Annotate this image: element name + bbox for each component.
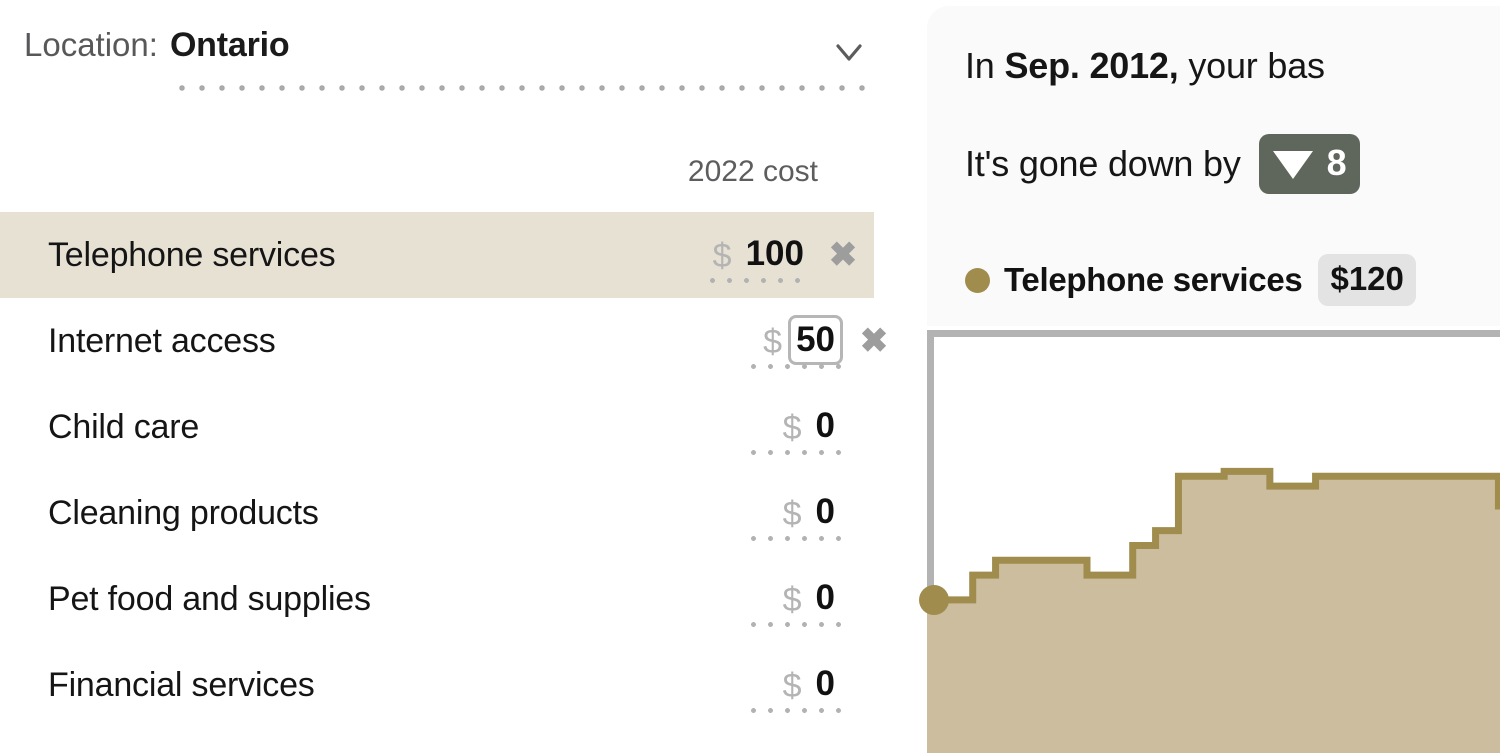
cost-value[interactable]: 50: [788, 315, 843, 365]
summary-date: Sep. 2012,: [1004, 45, 1179, 86]
cost-value[interactable]: 0: [808, 659, 843, 709]
cost-history-chart: [919, 330, 1500, 753]
summary-line-1: In Sep. 2012, your bas: [965, 40, 1500, 92]
table-row[interactable]: Cleaning products$0✖: [0, 470, 905, 556]
table-row[interactable]: Telephone services $100 ✖: [0, 212, 874, 298]
cost-value[interactable]: 100: [738, 229, 812, 279]
cost-input[interactable]: $0: [723, 470, 843, 556]
table-row[interactable]: Child care$0✖: [0, 384, 905, 470]
cost-input[interactable]: $50: [723, 298, 843, 384]
chevron-down-icon[interactable]: [834, 40, 864, 66]
summary-suffix: your bas: [1178, 45, 1325, 86]
cost-value[interactable]: 0: [808, 573, 843, 623]
cost-dotted-underline: [704, 277, 812, 284]
series-dot-icon: [965, 267, 990, 293]
start-point-marker: [919, 584, 949, 615]
currency-symbol: $: [782, 495, 802, 533]
status-badge: 8: [1258, 134, 1361, 194]
currency-symbol: $: [712, 237, 732, 275]
table-row[interactable]: Financial services$0✖: [0, 642, 905, 728]
legend-series-label: Telephone services: [1004, 261, 1303, 298]
location-selector[interactable]: Location: Ontario: [24, 22, 874, 92]
detail-panel: In Sep. 2012, your bas It's gone down by…: [919, 6, 1500, 753]
location-value[interactable]: Ontario: [170, 22, 290, 68]
currency-symbol: $: [782, 581, 802, 619]
expense-name: Cleaning products: [48, 494, 319, 532]
cost-value[interactable]: 0: [808, 487, 843, 537]
table-row[interactable]: Internet access $50 ✖: [0, 298, 905, 384]
cost-dotted-underline: [745, 535, 843, 542]
cost-input[interactable]: $100: [692, 212, 812, 298]
cost-value[interactable]: 0: [808, 401, 843, 451]
expense-calculator-screen: Location: Ontario 2022 cost Telephone se…: [0, 0, 1500, 753]
summary-change-prefix: It's gone down by: [965, 143, 1241, 184]
expense-name: Internet access: [48, 322, 276, 360]
location-field[interactable]: Ontario: [170, 22, 874, 92]
location-label: Location:: [24, 26, 158, 63]
remove-row-button[interactable]: ✖: [843, 321, 905, 361]
cost-column-header: 2022 cost: [687, 155, 818, 188]
delta-value: 8: [1326, 142, 1347, 183]
chart-area-series: [927, 467, 1500, 753]
currency-symbol: $: [763, 323, 783, 361]
cost-input[interactable]: $0: [723, 384, 843, 470]
summary-prefix: In: [965, 45, 1005, 86]
chart-legend: Telephone services $120: [965, 254, 1416, 306]
location-dotted-underline: [171, 84, 874, 92]
expense-name: Pet food and supplies: [48, 580, 371, 618]
summary-line-2: It's gone down by 8: [965, 134, 1500, 194]
expense-name: Telephone services: [48, 236, 336, 274]
cost-dotted-underline: [745, 363, 843, 370]
expense-rows: Telephone services $100 ✖ Internet access $5…: [0, 212, 905, 728]
cost-dotted-underline: [745, 707, 843, 714]
expense-name: Financial services: [48, 666, 315, 704]
cost-input[interactable]: $0: [723, 642, 843, 728]
triangle-down-icon: [1272, 151, 1313, 179]
expense-name: Child care: [48, 408, 200, 446]
cost-input[interactable]: $0: [723, 556, 843, 642]
summary-card: In Sep. 2012, your bas It's gone down by…: [927, 6, 1500, 326]
table-row[interactable]: Pet food and supplies$0✖: [0, 556, 905, 642]
cost-dotted-underline: [745, 621, 843, 628]
expense-list-panel: Location: Ontario 2022 cost Telephone se…: [0, 0, 905, 746]
cost-dotted-underline: [745, 449, 843, 456]
legend-series-value: $120: [1318, 254, 1416, 306]
remove-row-button[interactable]: ✖: [812, 235, 874, 275]
currency-symbol: $: [782, 667, 802, 705]
currency-symbol: $: [782, 409, 802, 447]
